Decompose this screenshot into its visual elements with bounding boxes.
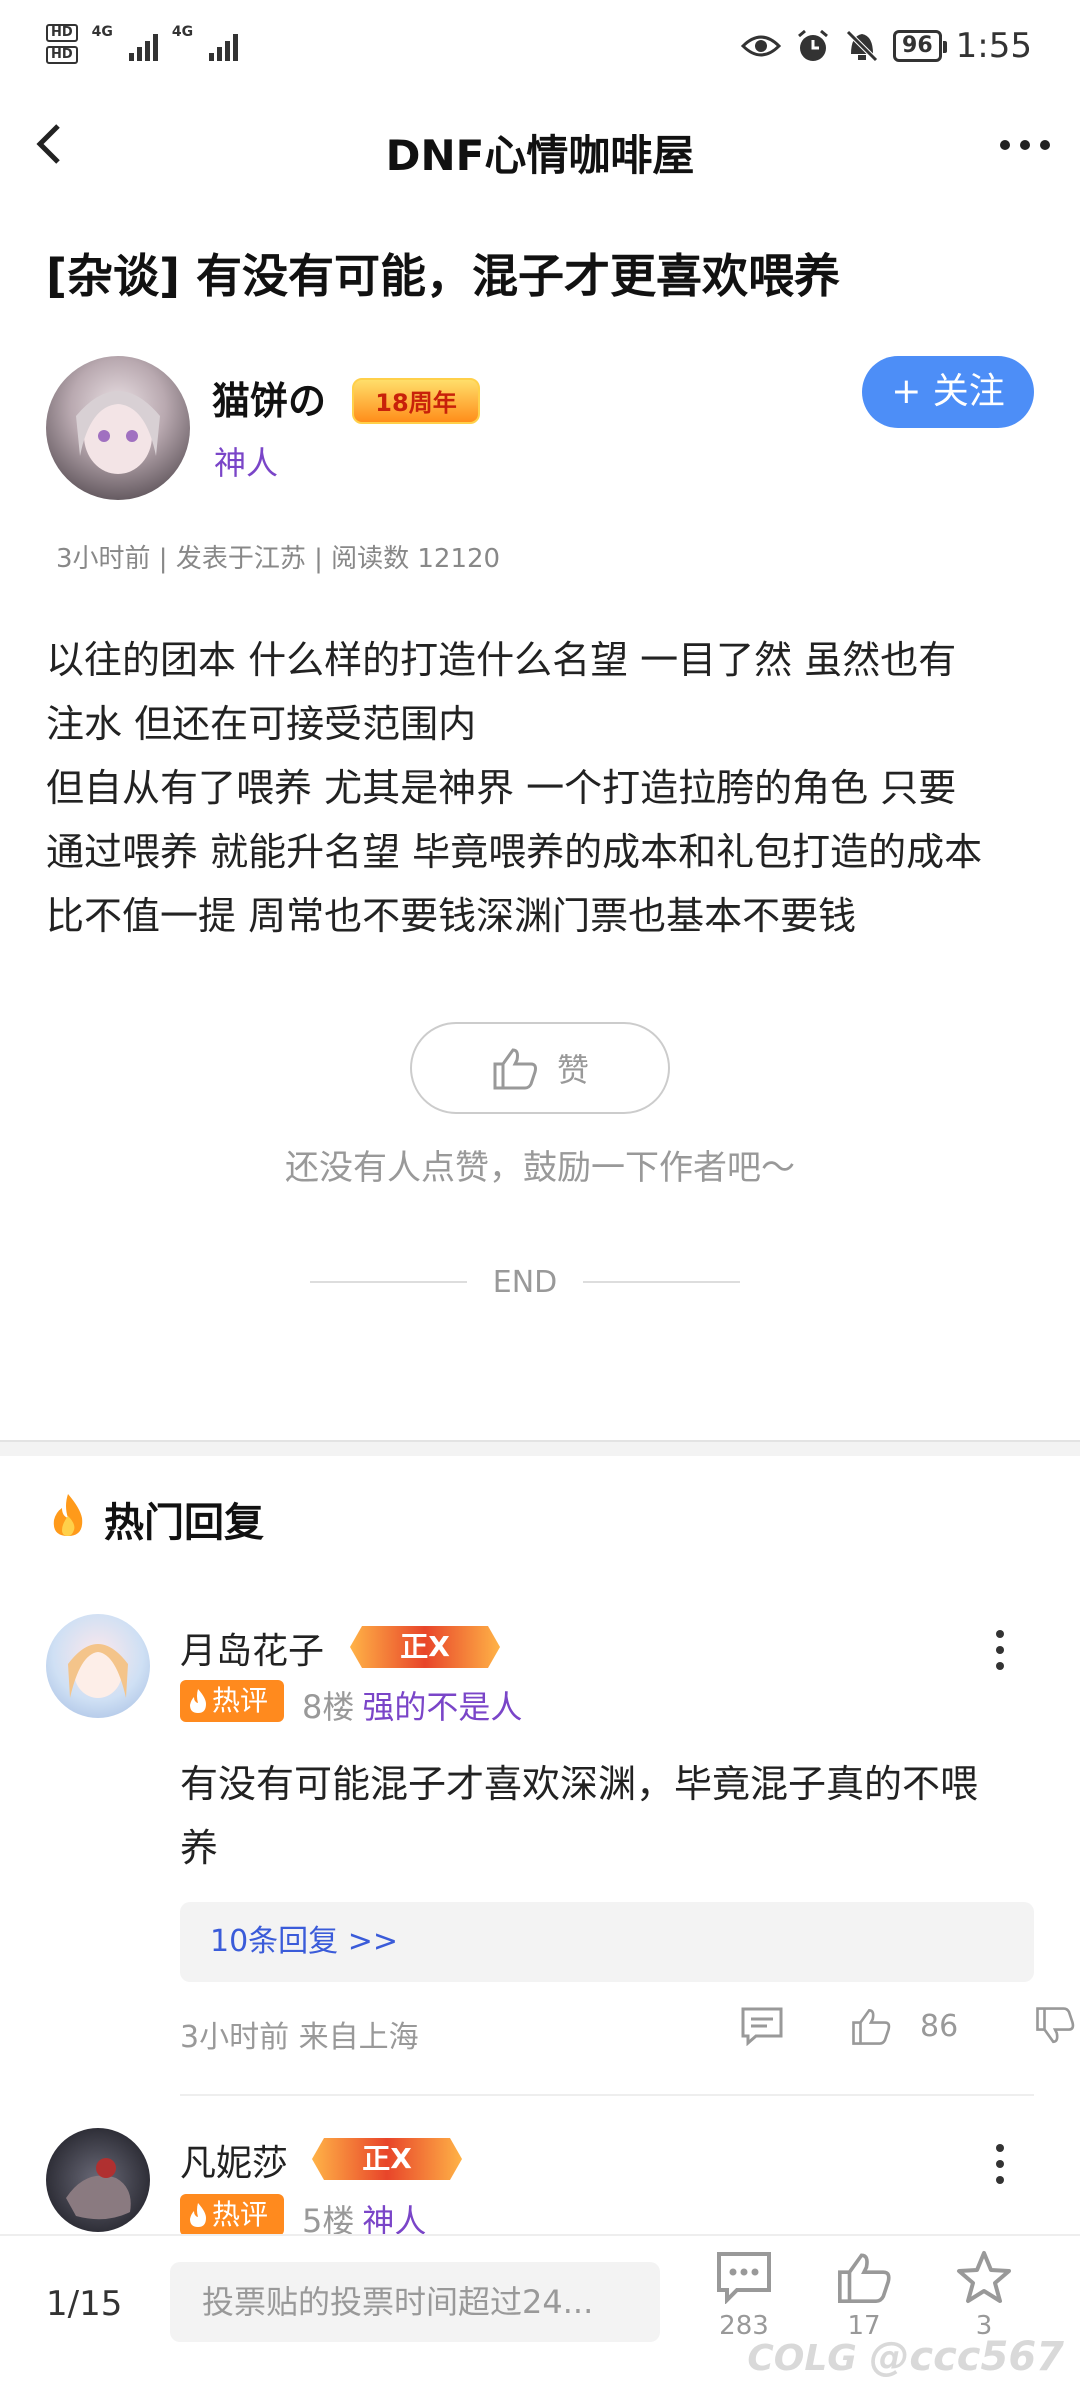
section-divider bbox=[0, 1440, 1080, 1456]
comment-separator bbox=[180, 2094, 1034, 2096]
chevron-left-icon[interactable] bbox=[34, 122, 64, 166]
page-indicator[interactable]: 1/15 bbox=[46, 2284, 122, 2324]
star-icon bbox=[957, 2251, 1011, 2303]
watermark: COLG @ccc567 bbox=[747, 2334, 1064, 2380]
author-title: 神人 bbox=[214, 444, 279, 482]
thumbs-up-icon bbox=[838, 2253, 891, 2303]
status-icons: 96 1:55 bbox=[741, 26, 1032, 66]
battery-indicator: 96 bbox=[893, 30, 947, 62]
author-name[interactable]: 猫饼の bbox=[212, 370, 326, 425]
mute-icon bbox=[846, 30, 878, 62]
flame-icon bbox=[190, 2203, 206, 2227]
content-line: 注水 但还在可接受范围内 bbox=[46, 702, 477, 746]
level-badge: 正X bbox=[312, 2138, 462, 2180]
like-button[interactable]: 赞 bbox=[410, 1022, 670, 1114]
network-indicators: HD HD 4G 4G bbox=[46, 24, 239, 64]
comment-more-icon[interactable] bbox=[996, 1630, 1004, 1670]
comment-text: 有没有可能混子才喜欢深渊，毕竟混子真的不喂 养 bbox=[180, 1752, 1040, 1880]
anniversary-badge: 18周年 bbox=[352, 378, 480, 424]
like-post-button[interactable]: 17 bbox=[824, 2250, 904, 2341]
commenter-name[interactable]: 凡妮莎 bbox=[180, 2134, 288, 2186]
user-title: 强的不是人 bbox=[362, 1688, 523, 1726]
content-line: 通过喂养 就能升名望 毕竟喂养的成本和礼包打造的成本 bbox=[46, 830, 983, 874]
comments-button[interactable]: 283 bbox=[704, 2250, 784, 2341]
signal-icon bbox=[128, 27, 158, 61]
hd-icon: HD HD bbox=[46, 24, 78, 64]
comment-meta: 3小时前 来自上海 bbox=[180, 2020, 419, 2055]
post-content: 以往的团本 什么样的打造什么名望 一目了然 虽然也有 注水 但还在可接受范围内 … bbox=[46, 628, 1046, 948]
comment-line: 有没有可能混子才喜欢深渊，毕竟混子真的不喂 bbox=[180, 1762, 979, 1806]
like-count: 86 bbox=[920, 2008, 959, 2044]
eye-icon bbox=[741, 35, 782, 57]
avatar[interactable] bbox=[46, 2128, 150, 2232]
flame-icon bbox=[190, 1689, 206, 1713]
network-type-2: 4G bbox=[171, 24, 194, 40]
level-badge: 正X bbox=[350, 1626, 500, 1668]
end-label: END bbox=[492, 1264, 558, 1300]
page-title: DNF心情咖啡屋 bbox=[385, 131, 695, 180]
comment-line: 养 bbox=[180, 1826, 219, 1870]
content-line: 但自从有了喂养 尤其是神界 一个打造拉胯的角色 只要 bbox=[46, 766, 957, 810]
like-hint: 还没有人点赞，鼓励一下作者吧～ bbox=[285, 1148, 795, 1188]
thumbs-up-icon bbox=[493, 1048, 537, 1090]
reply-input[interactable]: 投票贴的投票时间超过24... bbox=[170, 2262, 660, 2342]
follow-button[interactable]: + 关注 bbox=[862, 356, 1034, 428]
post-meta: 3小时前 | 发表于江苏 | 阅读数 12120 bbox=[56, 544, 501, 574]
comment-actions: 86 bbox=[740, 2006, 1076, 2046]
hot-label: 热评 bbox=[212, 1684, 269, 1717]
flame-icon bbox=[53, 1494, 83, 1536]
content-line: 以往的团本 什么样的打造什么名望 一目了然 虽然也有 bbox=[46, 638, 957, 682]
hot-label: 热评 bbox=[212, 2198, 269, 2231]
comment-icon bbox=[717, 2252, 771, 2305]
reply-icon[interactable] bbox=[740, 2006, 784, 2046]
floor-number: 8楼 bbox=[302, 1688, 355, 1726]
hot-replies-title: 热门回复 bbox=[104, 1500, 264, 1546]
signal-icon bbox=[209, 27, 239, 61]
hot-comment-badge: 热评 bbox=[180, 1680, 284, 1722]
favorite-button[interactable]: 3 bbox=[944, 2250, 1024, 2341]
comment-more-icon[interactable] bbox=[996, 2144, 1004, 2184]
clock: 1:55 bbox=[955, 26, 1032, 66]
content-line: 比不值一提 周常也不要钱深渊门票也基本不要钱 bbox=[46, 894, 857, 938]
hot-comment-badge: 热评 bbox=[180, 2194, 284, 2236]
view-replies-button[interactable]: 10条回复 >> bbox=[180, 1902, 1034, 1982]
watermark-handle: @ccc567 bbox=[869, 2334, 1064, 2380]
more-dots-icon[interactable] bbox=[1000, 140, 1050, 150]
avatar[interactable] bbox=[46, 1614, 150, 1718]
thumbs-up-icon[interactable] bbox=[850, 2006, 892, 2046]
avatar[interactable] bbox=[46, 356, 190, 500]
like-label: 赞 bbox=[556, 1051, 589, 1089]
commenter-name[interactable]: 月岛花子 bbox=[180, 1622, 324, 1674]
floor-info: 8楼 强的不是人 bbox=[302, 1682, 522, 1728]
end-marker: END bbox=[310, 1262, 740, 1302]
nav-bar: DNF心情咖啡屋 bbox=[0, 100, 1080, 200]
alarm-icon bbox=[798, 29, 828, 61]
post-title: [杂谈] 有没有可能，混子才更喜欢喂养 bbox=[46, 249, 841, 303]
thumbs-down-icon[interactable] bbox=[1034, 2006, 1076, 2046]
status-bar: HD HD 4G 4G 96 1:55 bbox=[0, 0, 1080, 100]
network-type-1: 4G bbox=[91, 24, 113, 40]
